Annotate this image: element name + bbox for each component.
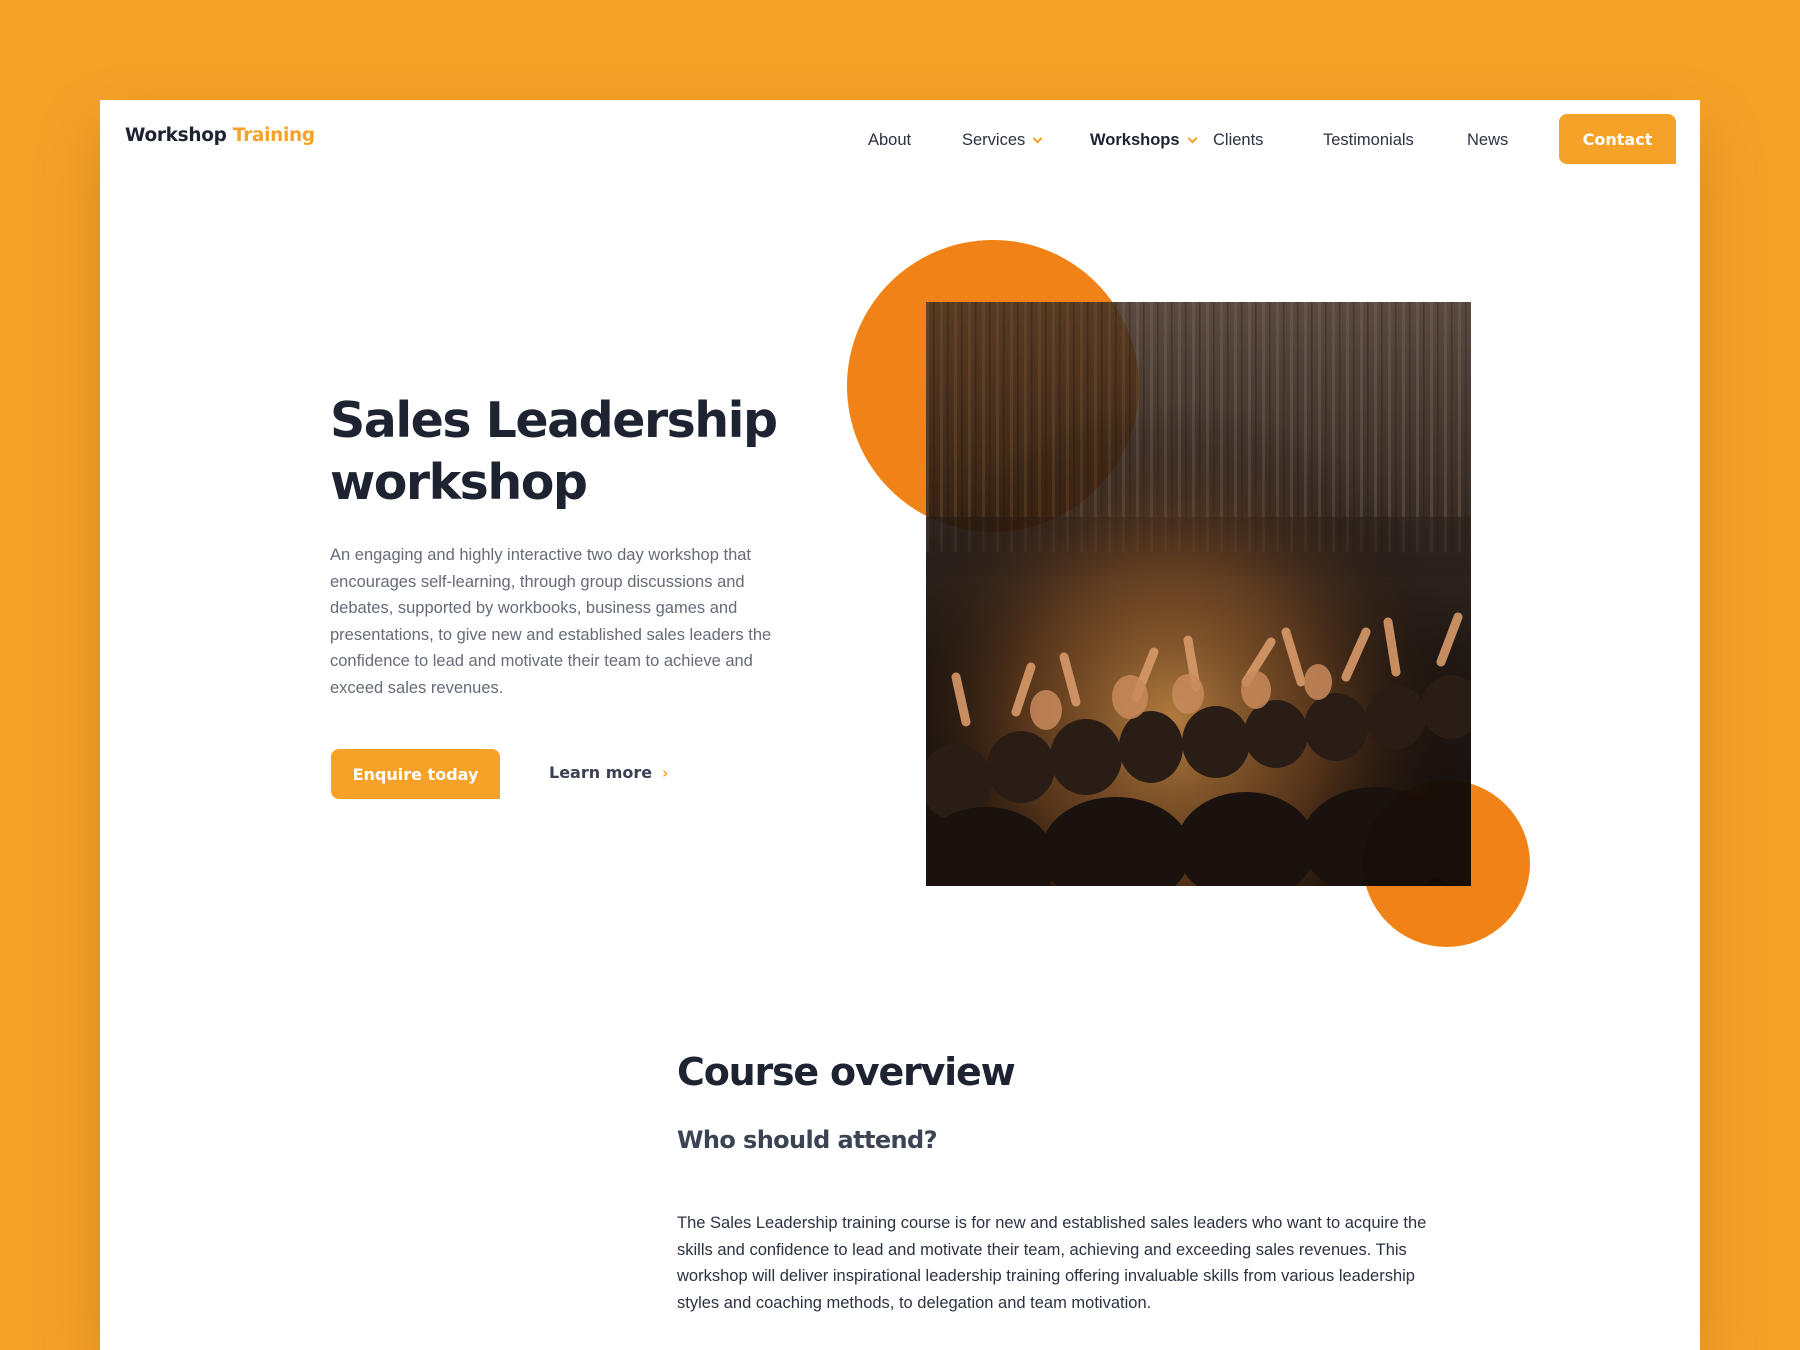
nav-workshops-label: Workshops (1090, 131, 1180, 149)
nav-services-label: Services (962, 131, 1026, 149)
chevron-down-icon (1032, 133, 1043, 144)
logo-text-primary: Workshop (125, 125, 227, 146)
course-overview-body: The Sales Leadership training course is … (677, 1214, 1427, 1312)
chevron-down-icon (1187, 133, 1197, 144)
learn-more-link[interactable]: Learn more › (549, 763, 668, 782)
hero-title: Sales Leadership workshop (330, 390, 850, 514)
course-overview-heading: Course overview (677, 1050, 1016, 1094)
chevron-right-icon: › (662, 764, 669, 782)
decorative-circle-small-overlay (1363, 780, 1530, 947)
nav-clients[interactable]: Clients (1213, 131, 1263, 150)
page-window: Workshop Training About Services Worksho… (100, 100, 1700, 1350)
top-navigation: Workshop Training About Services Worksho… (100, 100, 1700, 180)
learn-more-label: Learn more (549, 763, 653, 782)
logo-text-accent: Training (232, 125, 315, 146)
contact-button[interactable]: Contact (1559, 114, 1676, 164)
nav-about[interactable]: About (868, 131, 911, 150)
hero-description: An engaging and highly interactive two d… (330, 546, 772, 697)
enquire-today-button[interactable]: Enquire today (331, 749, 500, 799)
site-logo[interactable]: Workshop Training (125, 125, 315, 146)
nav-testimonials[interactable]: Testimonials (1323, 131, 1414, 150)
nav-news[interactable]: News (1467, 131, 1508, 150)
nav-services[interactable]: Services (962, 131, 1043, 150)
decorative-circle-large-overlay (847, 240, 1139, 532)
hero-title-line1: Sales Leadership (330, 392, 778, 449)
hero-title-line2: workshop (330, 454, 588, 511)
who-should-attend-heading: Who should attend? (677, 1126, 938, 1154)
nav-workshops[interactable]: Workshops (1090, 131, 1197, 150)
